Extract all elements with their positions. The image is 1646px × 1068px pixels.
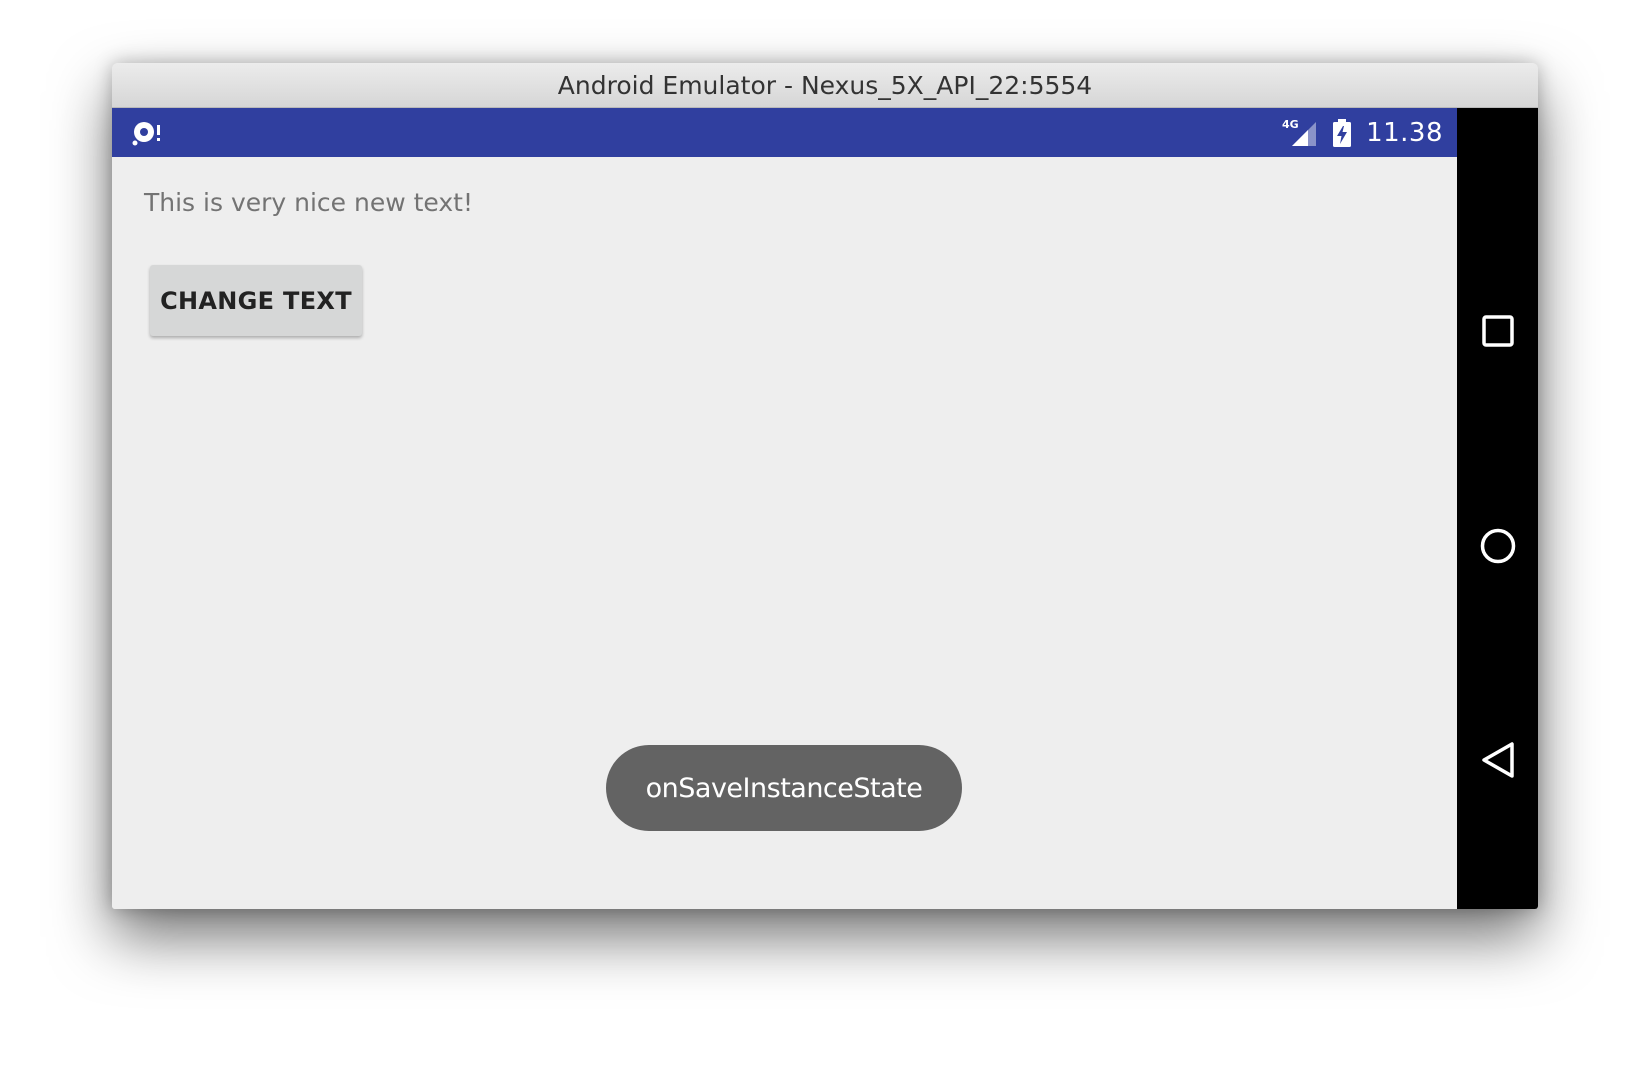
recents-button[interactable]: [1457, 291, 1538, 371]
signal-icon: 4G: [1282, 118, 1317, 146]
emulator-window: Android Emulator - Nexus_5X_API_22:5554 …: [112, 63, 1538, 909]
toast-message: onSaveInstanceState: [606, 745, 962, 831]
back-button[interactable]: [1457, 720, 1538, 800]
window-title: Android Emulator - Nexus_5X_API_22:5554: [557, 70, 1093, 100]
device-screen: 4G 11.38 This is very nice new text! CHA…: [112, 108, 1457, 909]
battery-charging-icon: [1333, 118, 1352, 147]
network-type-label: 4G: [1282, 118, 1299, 131]
home-button[interactable]: [1457, 506, 1538, 586]
status-time: 11.38: [1366, 117, 1443, 148]
debug-icon: [132, 122, 160, 146]
status-icons: 4G 11.38: [1282, 108, 1443, 157]
window-titlebar[interactable]: Android Emulator - Nexus_5X_API_22:5554: [112, 63, 1538, 108]
toast-text: onSaveInstanceState: [645, 772, 923, 804]
navigation-bar: [1457, 108, 1538, 909]
status-bar: 4G 11.38: [112, 108, 1457, 157]
change-text-button[interactable]: CHANGE TEXT: [150, 265, 362, 336]
home-circle-icon: [1480, 528, 1515, 564]
recents-square-icon: [1481, 315, 1514, 347]
back-triangle-icon: [1481, 742, 1514, 778]
main-text-view: This is very nice new text!: [144, 188, 473, 217]
